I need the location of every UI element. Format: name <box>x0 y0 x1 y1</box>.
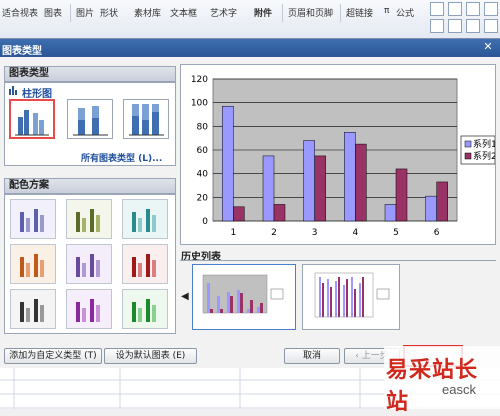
bar-1 <box>384 204 397 222</box>
ribbon-item-formula[interactable]: 公式 <box>396 6 414 19</box>
bar-2 <box>355 143 367 222</box>
history-thumb-1 <box>202 274 284 314</box>
symbol-icon[interactable] <box>430 2 444 16</box>
ribbon-item-pivot[interactable]: 适合视表 <box>2 6 38 19</box>
grid-icon[interactable] <box>484 2 498 16</box>
x-tick-label: 6 <box>434 228 440 238</box>
color-scheme-orange[interactable] <box>10 244 56 284</box>
y-tick-label: 80 <box>197 122 209 132</box>
y-tick-label: 20 <box>197 193 209 203</box>
percent-column-icon <box>129 104 164 136</box>
color-scheme-purple[interactable] <box>66 244 112 284</box>
color-scheme-red[interactable] <box>122 244 168 284</box>
bar-1 <box>303 140 315 222</box>
color-scheme-blue[interactable] <box>10 199 56 239</box>
bar-1 <box>425 195 437 222</box>
bar-2 <box>273 204 286 222</box>
legend-swatch <box>464 140 472 148</box>
history-divider <box>180 260 496 261</box>
ribbon-toolbar: 适合视表 图表 图片 形状 素材库 文本框 艺术字 附件 页眉和页脚 超链接 π… <box>0 0 500 39</box>
history-item-2[interactable] <box>302 264 400 330</box>
set-default-chart-button[interactable]: 设为默认图表 (E) <box>104 348 197 364</box>
bar-2 <box>314 155 326 222</box>
category-label: 柱形图 <box>22 89 52 100</box>
x-tick-label: 5 <box>393 228 399 238</box>
all-chart-types-link[interactable]: 所有图表类型 (L)... <box>81 151 162 164</box>
ribbon-item-hyperlink[interactable]: 超链接 <box>346 6 373 19</box>
ribbon-item-material[interactable]: 素材库 <box>134 6 161 19</box>
bar-1 <box>262 155 275 222</box>
ribbon-item-shape[interactable]: 形状 <box>100 6 118 19</box>
chart-type-header: 图表类型 <box>4 66 176 82</box>
y-tick-label: 60 <box>197 146 209 156</box>
chart-subtype-stacked[interactable] <box>67 99 113 139</box>
bar-1 <box>222 105 234 222</box>
chart-type-panel: 柱形图 所有图表类型 (L)... <box>4 82 176 166</box>
color-scheme-green[interactable] <box>122 289 168 329</box>
y-tick-label: 40 <box>197 170 209 180</box>
ribbon-item-textbox[interactable]: 文本框 <box>170 6 197 19</box>
bar-2 <box>395 168 408 222</box>
ribbon-divider <box>340 4 341 22</box>
color-scheme-magenta[interactable] <box>66 289 112 329</box>
bar-2 <box>233 206 245 222</box>
chart-type-dialog: 图表类型 ✕ 图表类型 柱形图 所有图表类型 (L)... 配色方案 0 20 … <box>0 38 500 369</box>
ribbon-item-attachment[interactable]: 附件 <box>254 6 272 19</box>
y-tick-label: 100 <box>191 99 208 109</box>
cancel-button[interactable]: 取消 <box>284 348 340 364</box>
color-scheme-header: 配色方案 <box>4 178 176 194</box>
ribbon-item-wordart[interactable]: 艺术字 <box>210 6 237 19</box>
table-icon[interactable] <box>466 2 480 16</box>
ribbon-item-picture[interactable]: 图片 <box>76 6 94 19</box>
color-scheme-teal[interactable] <box>122 199 168 239</box>
ribbon-item-chart[interactable]: 图表 <box>44 6 62 19</box>
ribbon-divider <box>282 4 283 22</box>
bar-chart-icon <box>9 86 19 95</box>
add-custom-type-button[interactable]: 添加为自定义类型 (T) <box>4 348 102 364</box>
history-item-1[interactable] <box>192 264 296 330</box>
color-scheme-olive[interactable] <box>66 199 112 239</box>
stacked-column-icon <box>73 106 108 136</box>
close-icon[interactable]: ✕ <box>482 41 494 53</box>
history-thumb-2 <box>314 272 390 318</box>
x-tick-label: 4 <box>352 228 358 238</box>
field-icon[interactable] <box>484 19 498 33</box>
chart-subtype-percent[interactable] <box>123 99 169 139</box>
legend-swatch <box>464 152 472 160</box>
dialog-titlebar[interactable]: 图表类型 ✕ <box>0 39 500 57</box>
ribbon-divider <box>70 4 71 22</box>
y-tick-label: 120 <box>191 75 208 85</box>
column-chart: 0 20 40 60 80 100 120 1 2 3 4 5 6 系列1系列2 <box>191 75 497 238</box>
history-scroll-left-icon[interactable]: ◀ <box>181 291 189 302</box>
chart-preview: 0 20 40 60 80 100 120 1 2 3 4 5 6 系列1 系列2 <box>180 64 497 245</box>
number-icon[interactable] <box>448 19 462 33</box>
legend-label: 系列2 <box>473 150 495 162</box>
clustered-column-icon <box>15 110 49 136</box>
legend-label: 系列1 <box>473 138 495 150</box>
y-tick-label: 0 <box>202 217 208 227</box>
color-scheme-panel <box>4 194 176 334</box>
bar-2 <box>436 181 448 222</box>
chart-subtype-clustered[interactable] <box>9 99 55 139</box>
color-scheme-gray[interactable] <box>10 289 56 329</box>
pi-icon: π <box>384 6 390 16</box>
watermark-sub: easck <box>442 382 476 397</box>
ribbon-item-header-footer[interactable]: 页眉和页脚 <box>288 6 333 19</box>
bar-1 <box>344 132 356 222</box>
equation-icon[interactable] <box>430 19 444 33</box>
x-tick-label: 1 <box>230 228 236 238</box>
date-icon[interactable] <box>466 19 480 33</box>
object-icon[interactable] <box>448 2 462 16</box>
x-tick-label: 2 <box>271 228 277 238</box>
x-tick-label: 3 <box>312 228 318 238</box>
dialog-title: 图表类型 <box>2 46 42 57</box>
